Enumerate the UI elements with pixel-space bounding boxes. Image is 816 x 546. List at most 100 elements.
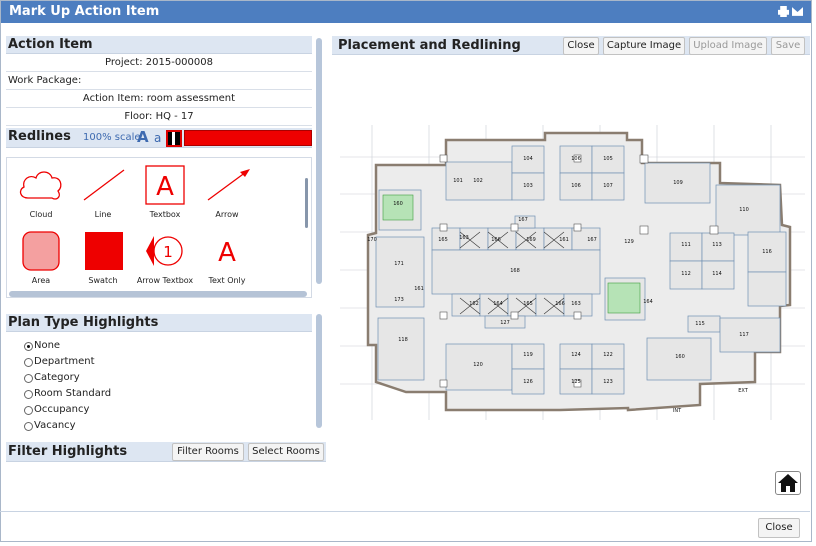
room-label[interactable]: 118 [398, 337, 408, 343]
textbox-glyph: A [156, 172, 174, 202]
textbox-icon: A [145, 165, 185, 205]
room-label[interactable]: 114 [712, 271, 722, 277]
tool-swatch[interactable]: Swatch [71, 228, 135, 288]
room-label[interactable]: 164 [493, 301, 503, 307]
room-label[interactable]: 173 [394, 297, 404, 303]
plan-option-room-standard[interactable]: Room Standard [6, 386, 312, 402]
room-label[interactable]: 106 [571, 156, 581, 162]
room-label[interactable]: 161 [414, 286, 424, 292]
radio-department[interactable] [24, 357, 33, 367]
tool-arrow-textbox[interactable]: 1 Arrow Textbox [133, 228, 197, 288]
room-label[interactable]: 160 [675, 354, 685, 360]
tool-line[interactable]: Line [71, 162, 135, 222]
floor-plan[interactable]: 104 106 105 101 102 103 106 107 109 110 160 167 170 1… [332, 58, 810, 502]
font-size-large-button[interactable]: A [137, 128, 149, 146]
line-icon [83, 169, 125, 201]
room-label[interactable]: 161 [559, 237, 569, 243]
room-label[interactable]: 165 [523, 301, 533, 307]
room-label[interactable]: 120 [473, 362, 483, 368]
room-label[interactable]: 123 [603, 379, 613, 385]
room-label[interactable]: 124 [571, 352, 581, 358]
room-label[interactable]: 107 [603, 183, 613, 189]
plan-option-vacancy[interactable]: Vacancy [6, 418, 312, 434]
room-label[interactable]: 170 [367, 237, 377, 243]
room-label[interactable]: 162 [469, 301, 479, 307]
filter-rooms-button[interactable]: Filter Rooms [172, 443, 244, 461]
radio-room-standard[interactable] [24, 389, 33, 399]
room-label[interactable]: 122 [603, 352, 613, 358]
room-label[interactable]: 102 [473, 178, 483, 184]
fill-color-swatch[interactable] [184, 130, 312, 146]
room-label[interactable]: 101 [453, 178, 463, 184]
room-label[interactable]: 169 [526, 237, 536, 243]
scale-label[interactable]: 100% scale [83, 132, 141, 143]
tool-swatch-label: Swatch [88, 276, 118, 285]
tool-cloud[interactable]: Cloud [9, 162, 73, 222]
footer-close-button[interactable]: Close [758, 518, 800, 538]
tool-arrow[interactable]: Arrow [195, 162, 259, 222]
select-rooms-button[interactable]: Select Rooms [248, 443, 324, 461]
radio-none[interactable] [24, 341, 33, 351]
home-button[interactable] [775, 471, 801, 495]
room-label[interactable]: 165 [438, 237, 448, 243]
room-label[interactable]: 104 [523, 156, 533, 162]
room-label[interactable]: 125 [571, 379, 581, 385]
swatch-icon [85, 232, 123, 270]
filter-title: Filter Highlights [8, 444, 128, 459]
room-label[interactable]: 115 [695, 321, 705, 327]
room-label[interactable]: 117 [739, 332, 749, 338]
room-label[interactable]: 111 [681, 242, 691, 248]
room-label[interactable]: 171 [394, 261, 404, 267]
mail-icon[interactable] [792, 7, 803, 16]
room-label[interactable]: 129 [624, 239, 634, 245]
tool-arrow-textbox-label: Arrow Textbox [136, 276, 194, 285]
upload-image-button[interactable]: Upload Image [689, 37, 767, 55]
room-label[interactable]: 105 [603, 156, 613, 162]
room-label[interactable]: 116 [762, 249, 772, 255]
radio-occupancy[interactable] [24, 405, 33, 415]
arrow-icon [207, 169, 250, 201]
tool-textbox[interactable]: A Textbox [133, 162, 197, 222]
room-label[interactable]: 167 [518, 217, 528, 223]
radio-vacancy[interactable] [24, 421, 33, 431]
room-label[interactable]: 163 [571, 301, 581, 307]
ext-label: EXT [738, 388, 748, 394]
placement-title: Placement and Redlining [338, 38, 521, 53]
room-label[interactable]: 109 [673, 180, 683, 186]
save-button[interactable]: Save [771, 37, 805, 55]
upper-splitter[interactable] [316, 38, 322, 284]
tool-area[interactable]: Area [9, 228, 73, 288]
room-label[interactable]: 167 [587, 237, 597, 243]
plan-option-category[interactable]: Category [6, 370, 312, 386]
room-label[interactable]: 106 [571, 183, 581, 189]
room-label[interactable]: 164 [643, 299, 653, 305]
room-label[interactable]: 110 [739, 207, 749, 213]
plan-option-occupancy[interactable]: Occupancy [6, 402, 312, 418]
plan-option-label: Vacancy [34, 420, 76, 431]
lower-splitter[interactable] [316, 314, 322, 428]
plan-option-none[interactable]: None [6, 338, 312, 354]
room-label[interactable]: 163 [459, 235, 469, 241]
room-label[interactable]: 126 [523, 379, 533, 385]
palette-horizontal-scrollbar[interactable] [9, 291, 307, 297]
floor-row: Floor: HQ - 17 [6, 108, 312, 126]
room-label[interactable]: 127 [500, 320, 510, 326]
radio-category[interactable] [24, 373, 33, 383]
room-label[interactable]: 119 [523, 352, 533, 358]
tool-text-only[interactable]: A Text Only [195, 228, 259, 288]
room-label[interactable]: 168 [510, 268, 520, 274]
room-label[interactable]: 160 [393, 201, 403, 207]
capture-image-button[interactable]: Capture Image [603, 37, 685, 55]
room-label[interactable]: 112 [681, 271, 691, 277]
room-label[interactable]: 166 [491, 237, 501, 243]
tool-arrow-label: Arrow [215, 210, 239, 219]
palette-vertical-scrollbar[interactable] [305, 178, 308, 228]
plan-option-department[interactable]: Department [6, 354, 312, 370]
placement-close-button[interactable]: Close [563, 37, 599, 55]
print-icon[interactable] [778, 6, 789, 17]
room-label[interactable]: 103 [523, 183, 533, 189]
text-only-icon: A [218, 238, 236, 268]
room-label[interactable]: 166 [555, 301, 565, 307]
room-label[interactable]: 113 [712, 242, 722, 248]
font-size-small-button[interactable]: a [154, 131, 161, 145]
